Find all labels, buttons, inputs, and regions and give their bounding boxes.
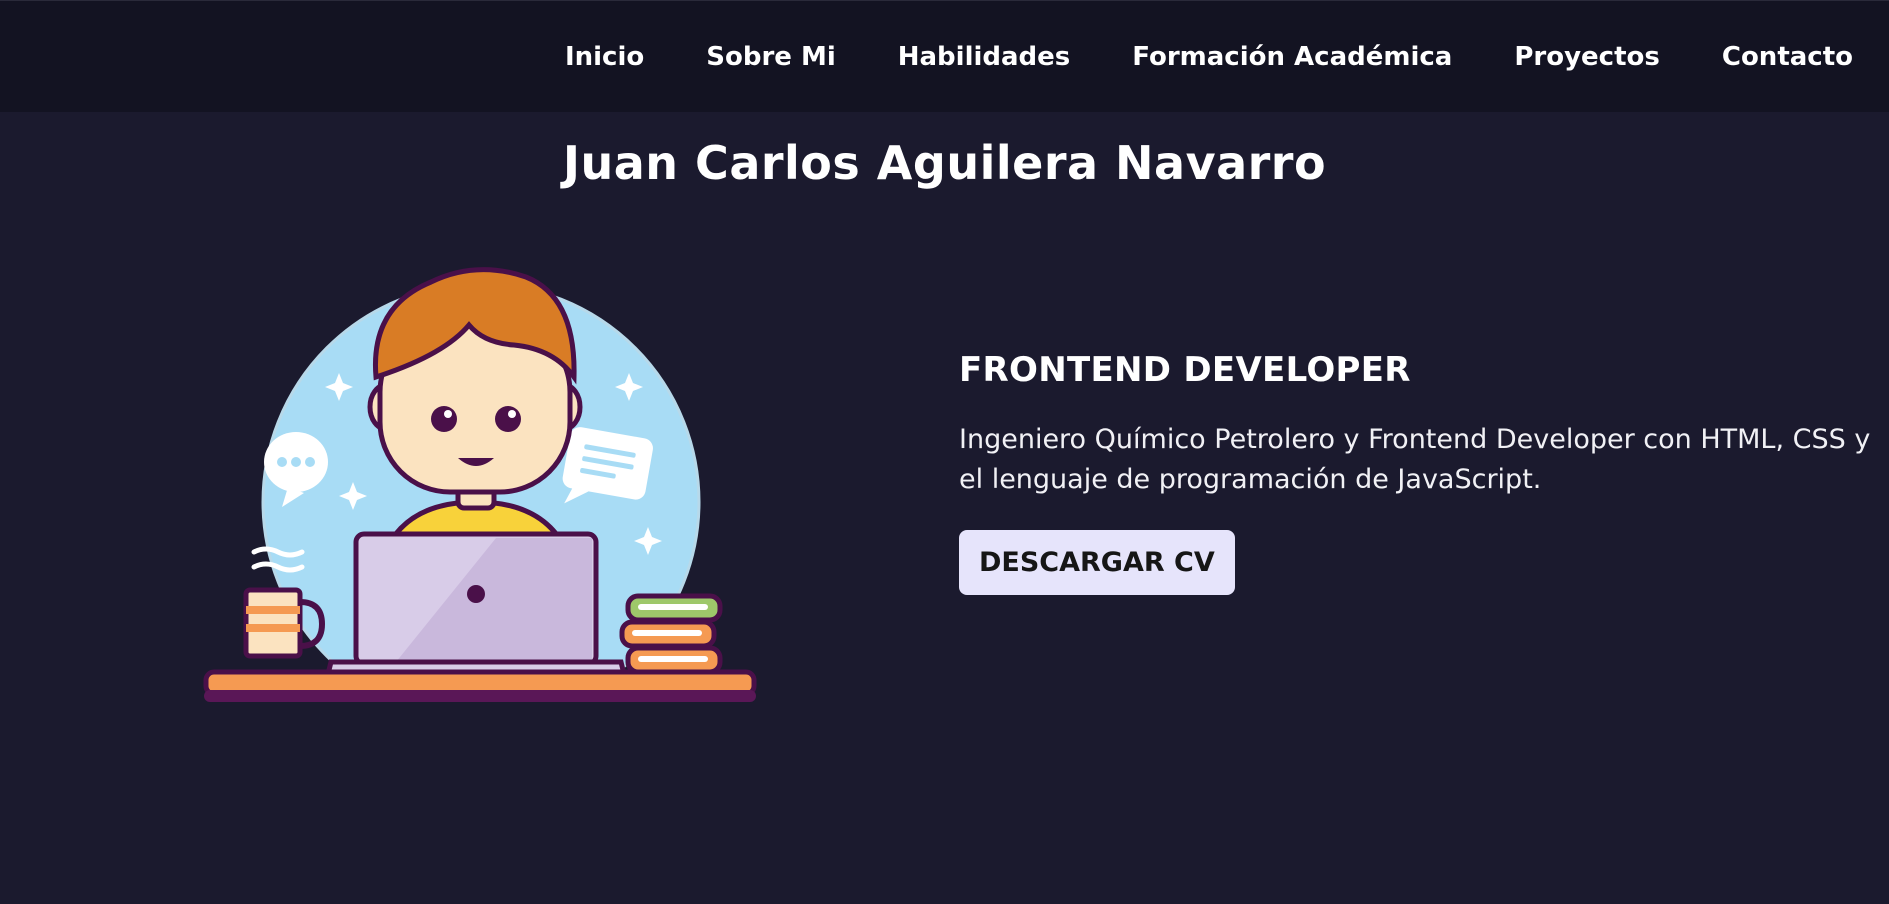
nav-item-inicio: Inicio — [565, 42, 644, 72]
nav-item-contacto: Contacto — [1722, 42, 1853, 72]
nav-item-formacion: Formación Académica — [1132, 42, 1452, 72]
hero-content: FRONTEND DEVELOPER Ingeniero Químico Pet… — [959, 350, 1879, 595]
nav-link-formacion[interactable]: Formación Académica — [1132, 42, 1452, 72]
download-cv-button[interactable]: DESCARGAR CV — [959, 530, 1235, 595]
nav-item-habilidades: Habilidades — [898, 42, 1071, 72]
nav-link-sobre-mi[interactable]: Sobre Mi — [706, 42, 836, 72]
page-title: Juan Carlos Aguilera Navarro — [562, 136, 1327, 190]
nav-menu: Inicio Sobre Mi Habilidades Formación Ac… — [565, 1, 1853, 113]
nav-item-sobre-mi: Sobre Mi — [706, 42, 836, 72]
nav-link-proyectos[interactable]: Proyectos — [1514, 42, 1660, 72]
nav-link-habilidades[interactable]: Habilidades — [898, 42, 1071, 72]
nav-link-inicio[interactable]: Inicio — [565, 42, 644, 72]
developer-at-laptop-icon — [203, 267, 757, 722]
navbar: Inicio Sobre Mi Habilidades Formación Ac… — [0, 0, 1889, 112]
nav-item-proyectos: Proyectos — [1514, 42, 1660, 72]
role-title: FRONTEND DEVELOPER — [959, 350, 1411, 390]
nav-link-contacto[interactable]: Contacto — [1722, 42, 1853, 72]
developer-illustration — [196, 262, 766, 722]
hero-description: Ingeniero Químico Petrolero y Frontend D… — [959, 424, 1871, 495]
